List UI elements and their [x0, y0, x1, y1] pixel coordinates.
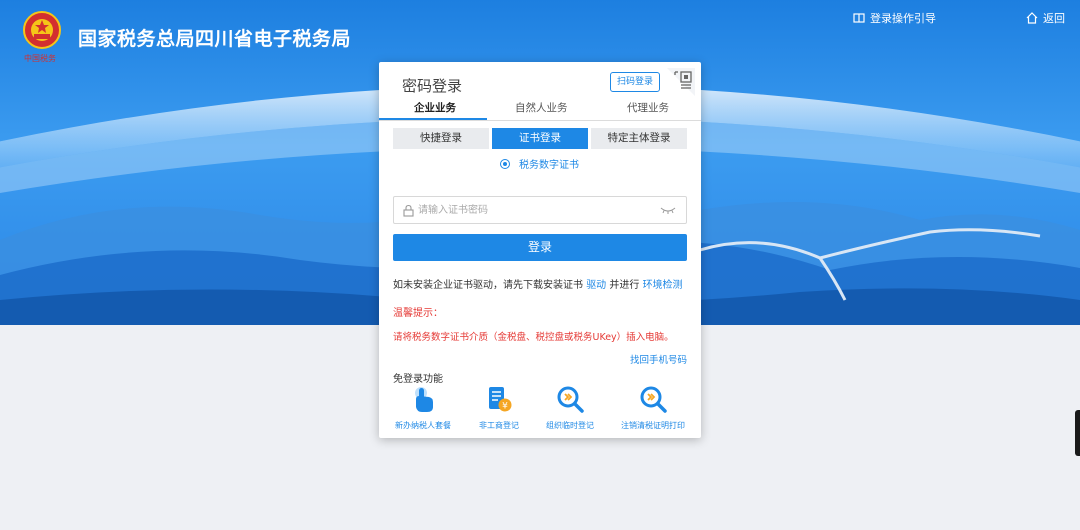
login-card-title: 密码登录	[402, 77, 463, 95]
qr-login-button[interactable]: 扫码登录	[610, 72, 660, 92]
login-card: 密码登录 扫码登录 企业业务 自然人业务 代理业务 快捷登录 证书登录 特定主体…	[379, 62, 701, 438]
free-function-label: 新办纳税人套餐	[395, 421, 451, 430]
svg-text:中国税务: 中国税务	[24, 53, 56, 63]
free-function-deregistration-certificate[interactable]: 注销清税证明打印	[613, 384, 693, 431]
driver-notice-text: 如未安装企业证书驱动，请先下载安装证书	[393, 280, 583, 291]
radio-button[interactable]	[500, 158, 510, 169]
login-button[interactable]: 登录	[393, 234, 687, 261]
free-function-temporary-registration[interactable]: 组织临时登记	[530, 384, 610, 431]
driver-notice-middle: 并进行	[609, 280, 640, 291]
find-phone-link[interactable]: 找回手机号码	[630, 352, 687, 366]
back-label: 返回	[1043, 12, 1065, 25]
book-icon	[853, 13, 865, 23]
login-guide-label: 登录操作引导	[870, 12, 936, 25]
tab-quick-login[interactable]: 快捷登录	[393, 128, 489, 149]
tab-certificate-login[interactable]: 证书登录	[492, 128, 588, 149]
driver-notice: 如未安装企业证书驱动，请先下载安装证书 驱动 并进行 环境检测	[393, 276, 683, 291]
tab-enterprise[interactable]: 企业业务	[414, 100, 456, 115]
tax-emblem-logo: 中国税务	[20, 10, 64, 66]
certificate-password-field[interactable]	[393, 196, 687, 224]
certificate-password-input[interactable]	[418, 197, 648, 223]
certificate-radio-option[interactable]: 税务数字证书	[500, 156, 579, 171]
tab-specific-entity-login[interactable]: 特定主体登录	[591, 128, 687, 149]
free-function-label: 组织临时登记	[546, 421, 594, 430]
home-icon	[1026, 12, 1038, 24]
free-function-new-taxpayer[interactable]: 新办纳税人套餐	[383, 384, 463, 431]
tab-individual[interactable]: 自然人业务	[515, 100, 568, 115]
back-link[interactable]: 返回	[1026, 10, 1065, 26]
lock-icon	[403, 204, 414, 217]
magnifier-icon	[640, 386, 667, 413]
active-tab-indicator	[379, 118, 487, 120]
side-floating-tab[interactable]	[1075, 410, 1080, 456]
driver-download-link[interactable]: 驱动	[586, 280, 606, 291]
tip-text: 请将税务数字证书介质（金税盘、税控盘或税务UKey）插入电脑。	[393, 332, 674, 343]
svg-text:¥: ¥	[502, 402, 508, 412]
qr-code-icon[interactable]	[667, 68, 695, 96]
magnifier-icon	[557, 386, 584, 413]
site-title: 国家税务总局四川省电子税务局	[78, 28, 352, 50]
free-function-label: 非工商登记	[479, 421, 519, 430]
free-function-label: 注销清税证明打印	[621, 421, 685, 430]
document-yuan-icon: ¥	[489, 387, 512, 412]
login-guide-link[interactable]: 登录操作引导	[853, 10, 936, 26]
eye-closed-icon[interactable]	[660, 206, 676, 214]
free-function-non-business-registration[interactable]: ¥ 非工商登记	[459, 384, 539, 431]
certificate-radio-label: 税务数字证书	[519, 160, 579, 171]
environment-check-link[interactable]: 环境检测	[643, 280, 683, 291]
tab-agency[interactable]: 代理业务	[627, 100, 669, 115]
free-login-title: 免登录功能	[393, 374, 443, 385]
tip-title: 温馨提示：	[393, 308, 443, 319]
hand-pointer-icon	[415, 387, 433, 412]
